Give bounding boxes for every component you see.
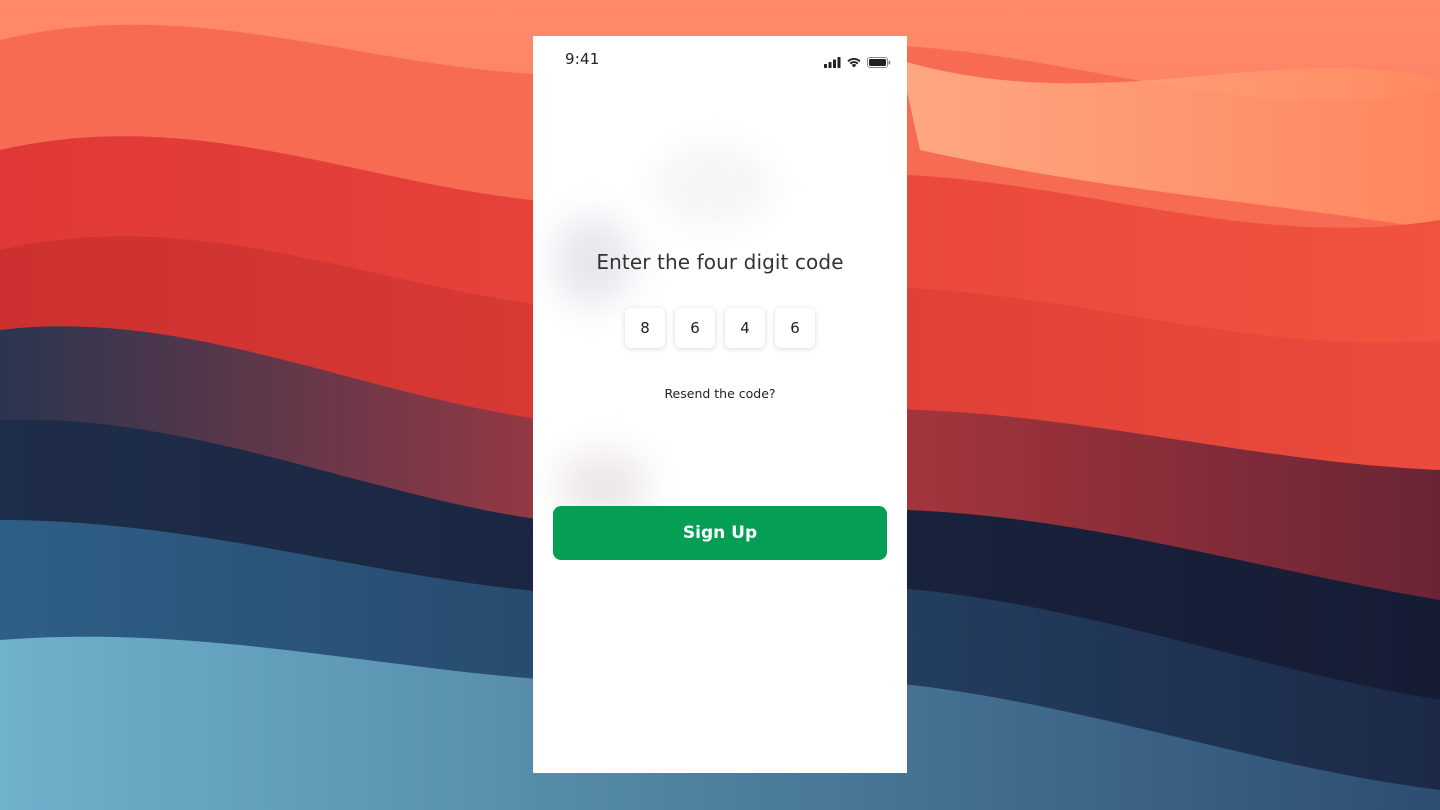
- decorative-blur: [653, 146, 773, 226]
- phone-screen: 9:41 Enter the four digit code 8 6 4 6 R…: [533, 36, 907, 773]
- page-title: Enter the four digit code: [596, 250, 844, 274]
- status-bar: 9:41: [533, 36, 907, 82]
- wifi-icon: [846, 53, 862, 72]
- status-time: 9:41: [565, 50, 600, 68]
- cellular-signal-icon: [824, 53, 841, 72]
- code-digit-3[interactable]: [725, 308, 765, 348]
- status-icons: [824, 53, 891, 72]
- resend-code-link[interactable]: Resend the code?: [533, 386, 907, 401]
- code-input-group: [533, 308, 907, 348]
- code-digit-2[interactable]: [675, 308, 715, 348]
- code-digit-1[interactable]: [625, 308, 665, 348]
- code-digit-4[interactable]: [775, 308, 815, 348]
- sign-up-button[interactable]: Sign Up: [553, 506, 887, 560]
- battery-icon: [867, 53, 891, 72]
